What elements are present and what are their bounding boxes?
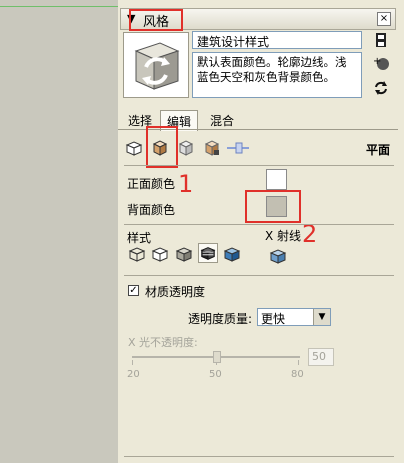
style-preview-cube-icon [134, 42, 180, 90]
modeling-settings-icon[interactable] [226, 138, 249, 158]
drawing-canvas [0, 0, 118, 463]
close-icon[interactable]: × [377, 12, 391, 26]
transparency-checkbox[interactable]: ✓ [128, 285, 139, 296]
style-description-field[interactable]: 默认表面颜色。轮廓边线。浅蓝色天空和灰色背景颜色。 [192, 52, 362, 98]
title-highlight-box [129, 9, 183, 31]
transparency-quality-value: 更快 [261, 312, 286, 326]
slider-tick-label-50: 50 [209, 369, 222, 380]
create-style-icon[interactable]: + [372, 56, 390, 74]
style-name-field[interactable]: 建筑设计样式 [192, 31, 362, 49]
svg-text:+: + [373, 56, 381, 67]
transparency-quality-label: 透明度质量: [188, 312, 253, 326]
xray-opacity-label: X 光不透明度: [128, 336, 198, 349]
back-color-highlight-box [245, 190, 301, 223]
edge-settings-icon[interactable] [124, 138, 144, 158]
monochrome-style-icon[interactable] [222, 244, 242, 264]
style-thumbnail[interactable] [123, 32, 189, 98]
save-style-icon[interactable] [372, 32, 390, 50]
hidden-line-style-icon[interactable] [150, 244, 170, 264]
slider-thumb[interactable] [213, 351, 221, 363]
front-color-swatch[interactable] [266, 169, 287, 190]
background-settings-icon[interactable] [176, 138, 196, 158]
chevron-down-icon[interactable]: ▼ [313, 309, 330, 325]
slider-tick-label-20: 20 [127, 369, 140, 380]
xray-label: X 射线 [265, 229, 302, 243]
slider-tick-label-80: 80 [291, 369, 304, 380]
slider-tick [298, 360, 299, 365]
refresh-icon[interactable] [372, 80, 390, 98]
annotation-number-1: 1 [178, 170, 194, 198]
section-divider [124, 224, 394, 225]
back-color-label: 背面颜色 [127, 203, 176, 217]
watermark-settings-icon[interactable] [202, 138, 222, 158]
transparency-quality-select[interactable]: 更快 ▼ [257, 308, 331, 326]
face-icon-highlight-box [146, 126, 178, 168]
shaded-style-icon[interactable] [174, 244, 194, 264]
xray-toggle-icon[interactable] [268, 246, 288, 266]
wireframe-style-icon[interactable] [127, 244, 147, 264]
green-axis-line [0, 6, 118, 7]
edit-mode-label: 平面 [366, 143, 391, 157]
front-color-label: 正面颜色 [127, 177, 176, 191]
shaded-texture-style-icon[interactable] [198, 243, 218, 263]
xray-opacity-value-field[interactable]: 50 [308, 348, 334, 366]
panel-bottom-border [124, 456, 394, 457]
slider-tick [132, 360, 133, 365]
section-divider [124, 275, 394, 276]
section-divider [124, 165, 394, 166]
transparency-label: 材质透明度 [145, 285, 206, 299]
tab-mix[interactable]: 混合 [204, 110, 240, 130]
styles-panel: ▼ 风格 × 建筑设计样式 默认表面颜色。轮廓边线。浅蓝色天空和灰色背景颜色。 … [118, 0, 404, 463]
